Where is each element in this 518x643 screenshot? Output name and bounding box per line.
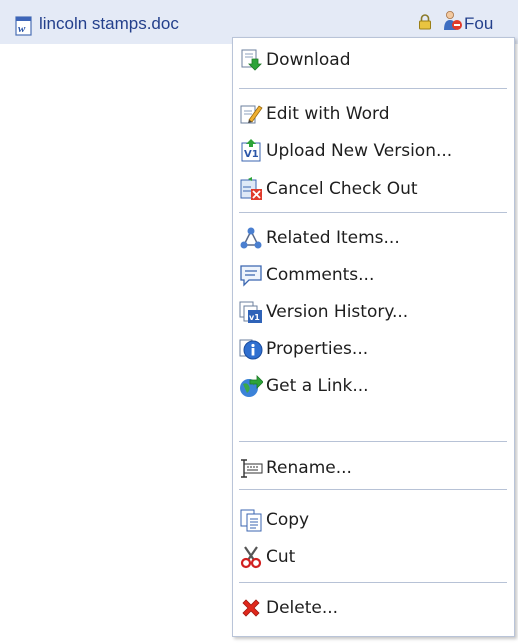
- copy-icon: [240, 509, 262, 532]
- comments-icon: [240, 265, 262, 287]
- menu-item-label: Version History...: [266, 302, 409, 322]
- menu-item-label: Cut: [266, 547, 296, 567]
- menu-separator: [239, 88, 507, 89]
- menu-separator: [239, 582, 507, 583]
- related-items-icon: [240, 227, 262, 249]
- menu-item-label: Comments...: [266, 265, 375, 285]
- menu-item-label: Get a Link...: [266, 376, 369, 396]
- menu-item-related-items[interactable]: Related Items...: [233, 221, 514, 255]
- svg-text:v1: v1: [249, 313, 260, 322]
- edit-icon: [240, 105, 263, 124]
- version-history-icon: v1: [239, 301, 262, 323]
- menu-item-version-history[interactable]: v1 Version History...: [233, 295, 514, 329]
- menu-item-cut[interactable]: Cut: [233, 540, 514, 574]
- menu-item-comments[interactable]: Comments...: [233, 258, 514, 292]
- properties-icon: [239, 339, 263, 360]
- menu-item-delete[interactable]: Delete...: [233, 591, 514, 625]
- cancel-checkout-icon: [240, 177, 262, 200]
- file-context-menu: Download Edit with Word V1 Upload New Ve…: [232, 37, 515, 637]
- svg-text:V1: V1: [244, 149, 259, 160]
- get-link-icon: [240, 375, 263, 397]
- menu-separator: [239, 489, 507, 490]
- menu-item-copy[interactable]: Copy: [233, 503, 514, 537]
- menu-item-label: Upload New Version...: [266, 141, 453, 161]
- menu-item-label: Download: [266, 50, 351, 70]
- svg-text:w: w: [18, 23, 26, 35]
- upload-version-icon: V1: [241, 139, 261, 162]
- menu-item-download[interactable]: Download: [233, 43, 514, 77]
- menu-separator: [239, 441, 507, 442]
- menu-separator: [239, 212, 507, 213]
- menu-item-label: Related Items...: [266, 228, 400, 248]
- delete-icon: [242, 599, 260, 617]
- menu-item-label: Cancel Check Out: [266, 179, 418, 199]
- menu-item-label: Edit with Word: [266, 104, 390, 124]
- cut-icon: [240, 546, 262, 569]
- menu-item-cancel-check-out[interactable]: Cancel Check Out: [233, 172, 514, 206]
- rename-icon: [241, 459, 263, 478]
- menu-item-edit-with-word[interactable]: Edit with Word: [233, 97, 514, 131]
- menu-item-label: Copy: [266, 510, 310, 530]
- lock-icon: [419, 14, 431, 30]
- menu-item-label: Delete...: [266, 598, 339, 618]
- file-name-link[interactable]: lincoln stamps.doc: [39, 14, 179, 34]
- user-icon: [444, 11, 462, 30]
- menu-item-rename[interactable]: Rename...: [233, 451, 514, 485]
- menu-item-upload-new-version[interactable]: V1 Upload New Version...: [233, 134, 514, 168]
- checked-out-user-link[interactable]: Fou: [464, 14, 518, 34]
- download-icon: [241, 49, 262, 71]
- word-document-icon: w: [15, 16, 32, 36]
- menu-item-get-a-link[interactable]: Get a Link...: [233, 369, 514, 403]
- menu-item-properties[interactable]: Properties...: [233, 332, 514, 366]
- menu-item-label: Rename...: [266, 458, 352, 478]
- menu-item-label: Properties...: [266, 339, 369, 359]
